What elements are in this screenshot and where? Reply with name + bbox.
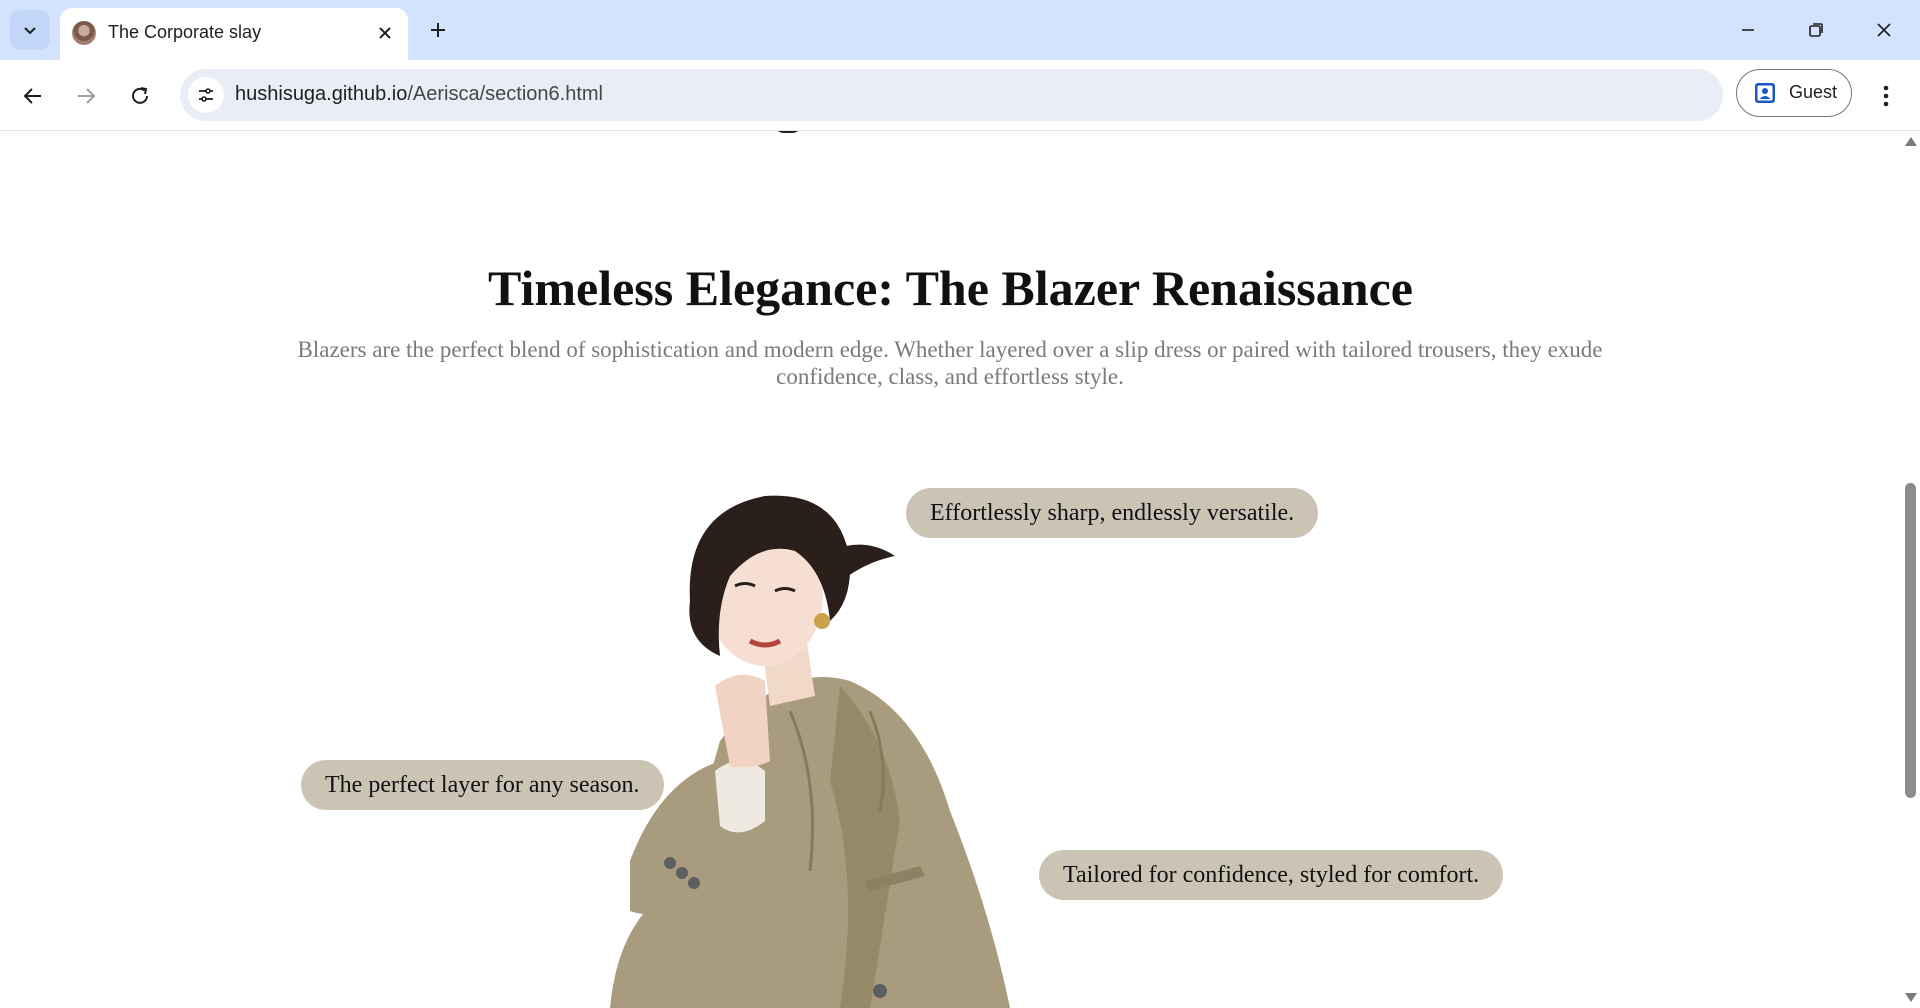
- browser-menu-button[interactable]: [1866, 76, 1906, 116]
- person-icon: [1755, 83, 1775, 103]
- close-icon: [1877, 23, 1891, 37]
- browser-tab[interactable]: The Corporate slay: [60, 8, 408, 60]
- blazer-model-image: [610, 495, 1010, 1008]
- section-title: Timeless Elegance: The Blazer Renaissanc…: [488, 260, 1413, 316]
- reload-icon: [132, 87, 148, 104]
- minimize-button[interactable]: [1726, 10, 1770, 50]
- profile-button[interactable]: Guest: [1736, 69, 1852, 117]
- plus-icon: [431, 23, 445, 37]
- site-info-button[interactable]: [188, 77, 224, 113]
- tab-close-button[interactable]: [372, 20, 398, 46]
- arrow-left-icon: [23, 88, 41, 104]
- close-icon: [379, 27, 391, 39]
- browser-toolbar: hushisuga.github.io/Aerisca/section6.htm…: [0, 60, 1920, 131]
- url-text: hushisuga.github.io/Aerisca/section6.htm…: [235, 83, 603, 106]
- tune-icon: [199, 88, 213, 102]
- page-viewport: Timeless Elegance: The Blazer Renaissanc…: [0, 131, 1901, 1008]
- section-description: Blazers are the perfect blend of sophist…: [297, 337, 1603, 389]
- close-window-button[interactable]: [1862, 10, 1906, 50]
- scroll-up-arrow[interactable]: [1905, 137, 1917, 146]
- forward-button[interactable]: [66, 76, 106, 116]
- caption-season: The perfect layer for any season.: [301, 760, 664, 810]
- scroll-down-arrow[interactable]: [1905, 993, 1917, 1002]
- caption-confidence: Tailored for confidence, styled for comf…: [1039, 850, 1504, 900]
- tab-search-button[interactable]: [10, 10, 50, 50]
- scroll-thumb[interactable]: [1905, 483, 1916, 798]
- chevron-down-icon: [24, 27, 36, 35]
- back-button[interactable]: [13, 76, 53, 116]
- caption-versatile: Effortlessly sharp, endlessly versatile.: [906, 488, 1319, 538]
- profile-label: Guest: [1789, 82, 1838, 102]
- page-scrollbar[interactable]: [1901, 131, 1920, 1008]
- url-path: /Aerisca/section6.html: [407, 83, 603, 105]
- previous-section-fragment: [774, 131, 802, 133]
- minimize-icon: [1742, 29, 1754, 31]
- new-tab-button[interactable]: [420, 14, 456, 46]
- url-host: hushisuga.github.io: [235, 83, 408, 105]
- favicon-icon: [72, 21, 96, 45]
- arrow-right-icon: [78, 88, 96, 104]
- kebab-menu-icon: [1883, 85, 1889, 107]
- tab-bar: The Corporate slay: [0, 0, 1920, 60]
- address-bar[interactable]: hushisuga.github.io/Aerisca/section6.htm…: [180, 69, 1723, 121]
- restore-button[interactable]: [1794, 10, 1838, 50]
- tab-title: The Corporate slay: [108, 22, 262, 42]
- restore-icon: [1809, 23, 1823, 37]
- reload-button[interactable]: [120, 76, 160, 116]
